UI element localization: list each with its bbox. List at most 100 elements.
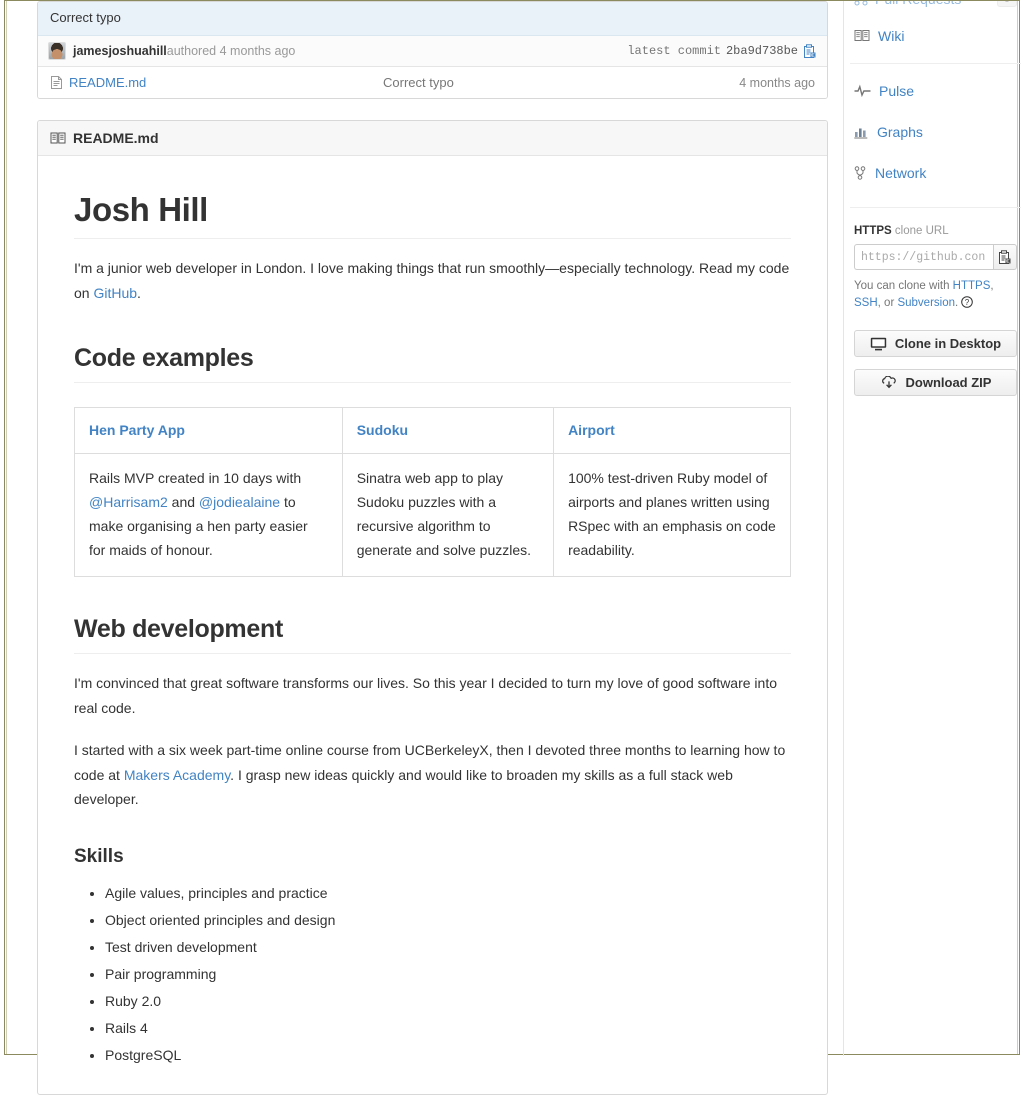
svg-text:?: ? bbox=[965, 298, 970, 307]
sidebar-item-label: Pull Requests bbox=[875, 1, 961, 7]
clone-help-sep2: , or bbox=[877, 296, 898, 309]
table-header-cell[interactable]: Airport bbox=[553, 406, 791, 454]
main-column: Correct typo jamesjoshuahill authored 4 … bbox=[37, 1, 828, 1095]
clone-help-sep1: , bbox=[990, 280, 994, 292]
status-badge: 0 bbox=[996, 1, 1017, 7]
question-circle-icon[interactable]: ? bbox=[961, 295, 974, 308]
sidebar-item-network[interactable]: Network bbox=[854, 152, 1017, 193]
file-commit-message[interactable]: Correct typo bbox=[383, 75, 454, 90]
table-cell: 100% test-driven Ruby model of airports … bbox=[553, 452, 791, 578]
table-header-row: Hen Party App Sudoku Airport bbox=[74, 406, 791, 454]
cell-text: and bbox=[167, 493, 199, 510]
file-age: 4 months ago bbox=[739, 75, 815, 90]
latest-commit-box: Correct typo jamesjoshuahill authored 4 … bbox=[37, 1, 828, 99]
readme-box: README.md Josh Hill I'm a junior web dev… bbox=[37, 120, 828, 1095]
table-row: Rails MVP created in 10 days with @Harri… bbox=[74, 452, 791, 578]
network-branch-icon bbox=[854, 165, 867, 180]
git-pull-request-icon bbox=[854, 1, 868, 6]
readme-header: README.md bbox=[38, 121, 827, 156]
clone-help-prefix: You can clone with bbox=[854, 280, 953, 292]
sidebar-item-wiki[interactable]: Wiki bbox=[854, 15, 1017, 56]
download-zip-label: Download ZIP bbox=[905, 375, 992, 391]
mention-link[interactable]: @jodiealaine bbox=[199, 494, 280, 510]
list-item: Object oriented principles and design bbox=[105, 908, 791, 933]
readme-content: Josh Hill I'm a junior web developer in … bbox=[38, 156, 827, 1094]
clone-ssh-link[interactable]: SSH bbox=[854, 297, 878, 309]
clone-url-row bbox=[850, 244, 1021, 270]
clone-url-label-text: clone URL bbox=[891, 225, 949, 237]
list-item: Ruby 2.0 bbox=[105, 989, 791, 1014]
section-heading-code-examples: Code examples bbox=[74, 344, 791, 383]
content-wrapper: Correct typo jamesjoshuahill authored 4 … bbox=[7, 1, 1021, 1095]
desktop-icon bbox=[870, 337, 887, 351]
sidebar-group-insights: Pulse Graphs Network bbox=[850, 70, 1021, 193]
list-item: PostgreSQL bbox=[105, 1043, 791, 1068]
cell-text: Sinatra web app to play Sudoku puzzles w… bbox=[356, 469, 532, 558]
clone-help-text: You can clone with HTTPS, SSH, or Subver… bbox=[850, 278, 1021, 311]
book-icon bbox=[50, 131, 66, 145]
sidebar-item-pull-requests[interactable]: Pull Requests 0 bbox=[850, 1, 1021, 15]
avatar bbox=[48, 42, 66, 60]
table-header-cell[interactable]: Hen Party App bbox=[74, 406, 343, 454]
clone-in-desktop-button[interactable]: Clone in Desktop bbox=[854, 330, 1017, 358]
web-dev-paragraph-1: I'm convinced that great software transf… bbox=[74, 674, 778, 716]
commit-author-meta: authored 4 months ago bbox=[166, 44, 296, 58]
clipboard-copy-icon[interactable] bbox=[803, 43, 817, 59]
cell-text: 100% test-driven Ruby model of airports … bbox=[568, 469, 776, 558]
readme-title: README.md bbox=[73, 130, 159, 146]
repository-sidebar: Pull Requests 0 Wiki bbox=[843, 1, 1021, 1056]
sidebar-group-primary: Wiki bbox=[850, 15, 1021, 56]
sidebar-item-label: Graphs bbox=[877, 123, 923, 140]
pulse-icon bbox=[854, 84, 871, 97]
commit-meta-row: jamesjoshuahill authored 4 months ago la… bbox=[38, 36, 827, 67]
clone-in-desktop-label: Clone in Desktop bbox=[894, 336, 1002, 352]
commit-author-link[interactable]: jamesjoshuahill bbox=[73, 44, 167, 58]
table-cell: Sinatra web app to play Sudoku puzzles w… bbox=[341, 452, 555, 578]
web-dev-paragraph-2: I started with a six week part-time onli… bbox=[74, 738, 791, 813]
clipboard-copy-icon[interactable] bbox=[993, 244, 1017, 270]
skills-list: Agile values, principles and practiceObj… bbox=[74, 881, 791, 1067]
clone-protocol-label: HTTPS bbox=[854, 225, 892, 237]
sidebar-divider-2 bbox=[850, 207, 1021, 208]
commit-sha-link[interactable]: 2ba9d738be bbox=[726, 44, 798, 58]
cloud-download-icon bbox=[880, 375, 898, 390]
bar-chart-icon bbox=[854, 125, 869, 139]
table-header-cell[interactable]: Sudoku bbox=[341, 406, 555, 454]
sidebar-item-pulse[interactable]: Pulse bbox=[854, 70, 1017, 111]
latest-commit-info: latest commit 2ba9d738be bbox=[627, 43, 817, 59]
table-cell: Rails MVP created in 10 days with @Harri… bbox=[74, 452, 343, 578]
mention-link[interactable]: @Harrisam2 bbox=[89, 494, 168, 510]
list-item: Pair programming bbox=[105, 962, 791, 987]
page-title: Josh Hill bbox=[74, 191, 791, 240]
code-examples-table: Hen Party App Sudoku Airport Rails MVP c… bbox=[74, 406, 791, 578]
cell-text: Rails MVP created in 10 days with bbox=[89, 469, 302, 486]
intro-paragraph: I'm a junior web developer in London. I … bbox=[74, 256, 791, 306]
github-link[interactable]: GitHub bbox=[93, 285, 137, 301]
commit-message: Correct typo bbox=[38, 2, 827, 36]
makers-academy-link[interactable]: Makers Academy bbox=[124, 767, 230, 783]
clone-url-input[interactable] bbox=[854, 244, 994, 270]
sidebar-divider bbox=[850, 63, 1021, 64]
file-row[interactable]: README.md Correct typo 4 months ago bbox=[38, 67, 827, 98]
sidebar-item-label: Pulse bbox=[879, 82, 915, 99]
clone-subversion-link[interactable]: Subversion bbox=[897, 297, 955, 309]
file-name-link[interactable]: README.md bbox=[69, 75, 146, 90]
latest-commit-label: latest commit bbox=[627, 44, 721, 58]
section-heading-skills: Skills bbox=[74, 846, 124, 868]
sidebar-item-label: Wiki bbox=[878, 27, 905, 44]
clone-https-link[interactable]: HTTPS bbox=[953, 280, 991, 292]
book-icon bbox=[854, 29, 870, 42]
clone-url-label: HTTPS clone URL bbox=[850, 225, 1021, 237]
list-item: Test driven development bbox=[105, 935, 791, 960]
section-heading-web-development: Web development bbox=[74, 615, 791, 654]
page-frame-inner: Correct typo jamesjoshuahill authored 4 … bbox=[6, 1, 1021, 1095]
sidebar-item-graphs[interactable]: Graphs bbox=[854, 111, 1017, 152]
page-frame: Correct typo jamesjoshuahill authored 4 … bbox=[4, 0, 1021, 1095]
intro-text-after: . bbox=[137, 285, 141, 302]
intro-text-before: I'm a junior web developer in London. I … bbox=[74, 260, 790, 302]
download-zip-button[interactable]: Download ZIP bbox=[854, 369, 1017, 397]
file-text-icon bbox=[50, 75, 63, 90]
sidebar-item-label: Network bbox=[875, 164, 927, 181]
list-item: Rails 4 bbox=[105, 1016, 791, 1041]
list-item: Agile values, principles and practice bbox=[105, 881, 791, 906]
